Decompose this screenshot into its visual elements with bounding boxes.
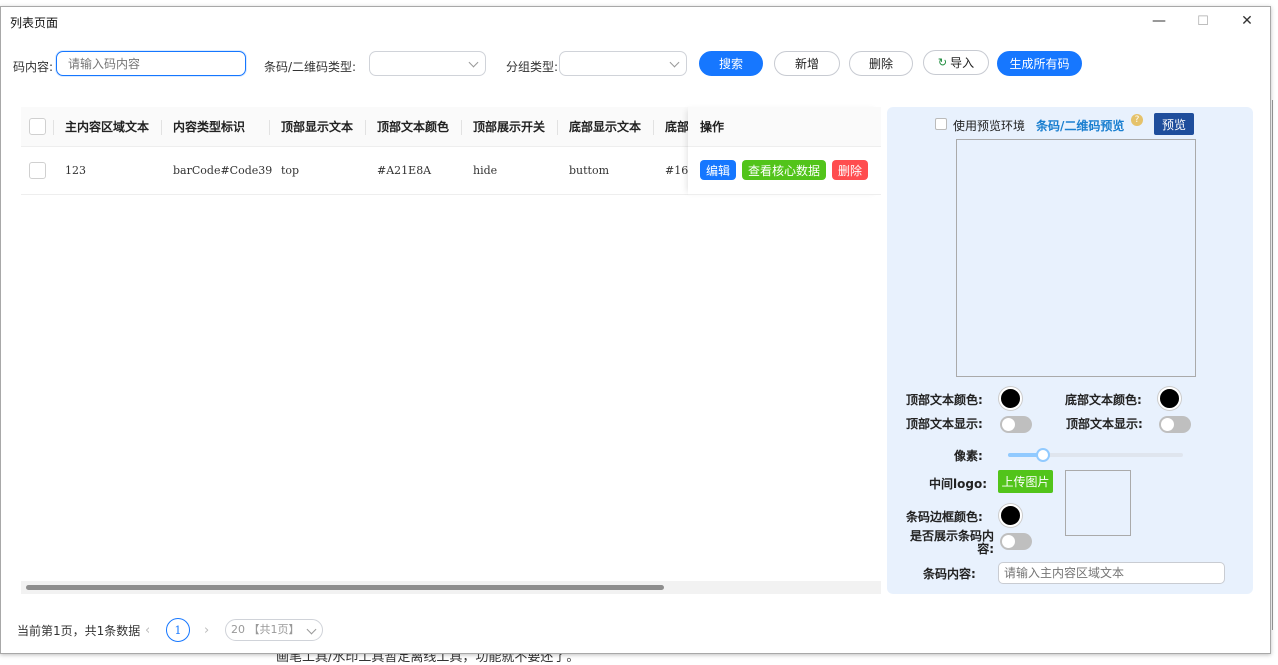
bottom-text-show-switch[interactable] [1159,416,1191,433]
column-divider [557,120,558,135]
search-button[interactable]: 搜索 [699,51,763,76]
top-text-color-label: 顶部文本颜色: [906,393,983,407]
group-type-select[interactable] [559,51,687,76]
preview-button[interactable]: 预览 [1154,113,1194,135]
logo-preview-area [1065,470,1131,536]
minimize-button[interactable]: — [1139,9,1179,33]
code-content-input[interactable] [56,51,246,76]
column-header[interactable]: 底部显示文本 [569,107,655,147]
column-header[interactable]: 顶部显示文本 [281,107,367,147]
page-size-select[interactable]: 20 【共1页】 [225,619,323,641]
title-bar: 列表页面 — ☐ ✕ [1,7,1270,35]
pixel-slider[interactable] [1008,448,1183,462]
bottom-text-color-picker[interactable] [1158,387,1181,410]
close-button[interactable]: ✕ [1227,9,1267,33]
column-header-actions: 操作 [700,120,725,134]
code-type-select[interactable] [369,51,486,76]
filter-bar: 码内容: 条码/二维码类型: 分组类型: 搜索 新增 删除 ↻ 导入 生成所有码 [1,47,1101,81]
operations-row: 编辑 查看核心数据 删除 [688,147,881,195]
row-checkbox[interactable] [29,162,46,179]
show-content-switch[interactable] [1000,533,1032,550]
column-divider [461,120,462,135]
column-divider [365,120,366,135]
generate-all-button[interactable]: 生成所有码 [997,51,1082,76]
chevron-down-icon [669,57,680,68]
border-color-label: 条码边框颜色: [906,510,983,524]
bottom-text-color-label: 底部文本颜色: [1065,393,1142,407]
column-header[interactable]: 内容类型标识 [173,107,269,147]
cell-bottom-more: #167 [665,164,689,177]
center-logo-label: 中间logo: [929,477,987,491]
next-page-icon[interactable]: › [204,623,209,638]
use-preview-env-checkbox[interactable] [935,118,947,130]
chevron-down-icon [468,57,479,68]
code-type-label: 条码/二维码类型: [264,60,357,74]
barcode-content-label: 条码内容: [923,567,976,581]
barcode-content-input[interactable] [998,562,1225,584]
pagination-summary: 当前第1页，共1条数据 [17,624,141,638]
column-divider [161,120,162,135]
column-header[interactable]: 顶部展示开关 [473,107,559,147]
preview-title: 条码/二维码预览 [1036,119,1125,133]
pixel-slider-handle[interactable] [1036,448,1050,462]
window-title: 列表页面 [10,16,59,30]
cell-top-color: #A21E8A [377,164,432,177]
barcode-preview-area [956,139,1196,377]
horizontal-scrollbar[interactable] [21,581,881,594]
bottom-text-show-label: 顶部文本显示: [1066,417,1143,431]
cell-type-id: barCode#Code39 [173,164,273,177]
column-header[interactable]: 底部 [665,107,689,147]
top-text-show-label: 顶部文本显示: [906,417,983,431]
edit-button[interactable]: 编辑 [700,160,736,180]
operations-header: 操作 [688,107,881,147]
background-scrollbar [1272,100,1273,630]
preview-panel: 使用预览环境 条码/二维码预览 ? 预览 顶部文本颜色: 底部文本颜色: 顶部文… [887,107,1253,594]
code-table: 主内容区域文本 内容类型标识 顶部显示文本 顶部文本颜色 顶部展示开关 底部显示… [21,107,881,594]
add-button[interactable]: 新增 [774,51,840,76]
cell-top-text: top [281,164,300,177]
top-text-show-switch[interactable] [1000,416,1032,433]
group-type-label: 分组类型: [506,60,559,74]
view-core-data-button[interactable]: 查看核心数据 [742,160,826,180]
import-label: 导入 [950,56,975,70]
cell-bottom-text: buttom [569,164,610,177]
operations-column: 操作 编辑 查看核心数据 删除 [688,107,881,195]
cell-main-text: 123 [65,164,86,177]
top-text-color-picker[interactable] [999,387,1022,410]
pagination: 当前第1页，共1条数据 ‹ 1 › 20 【共1页】 [17,618,337,642]
code-content-label: 码内容: [13,60,54,74]
column-divider [269,120,270,135]
page-number-current[interactable]: 1 [166,618,190,642]
row-delete-button[interactable]: 删除 [832,160,868,180]
chevron-down-icon [306,624,317,635]
column-divider [53,120,54,135]
import-button[interactable]: ↻ 导入 [923,50,989,75]
show-content-label: 是否展示条码内容: [909,529,994,556]
help-icon[interactable]: ? [1131,114,1143,126]
import-icon: ↻ [937,56,948,69]
scrollbar-thumb[interactable] [26,585,664,590]
column-divider [653,120,654,135]
select-all-checkbox[interactable] [29,118,46,135]
column-header[interactable]: 顶部文本颜色 [377,107,463,147]
page-size-value: 20 【共1页】 [231,623,300,636]
prev-page-icon[interactable]: ‹ [145,623,150,638]
use-preview-env-label: 使用预览环境 [953,119,1026,133]
upload-image-button[interactable]: 上传图片 [998,470,1053,493]
column-header[interactable]: 主内容区域文本 [65,107,161,147]
pixel-label: 像素: [954,449,983,463]
delete-button[interactable]: 删除 [849,51,913,76]
cell-top-switch: hide [473,164,498,177]
maximize-button[interactable]: ☐ [1183,9,1223,33]
list-page-window: 列表页面 — ☐ ✕ 码内容: 条码/二维码类型: 分组类型: 搜索 新增 删除… [0,6,1271,654]
border-color-picker[interactable] [999,504,1022,527]
